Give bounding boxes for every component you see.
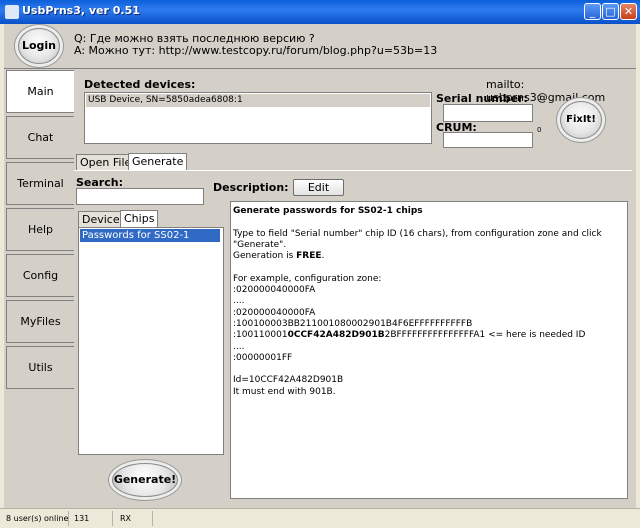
tab-generate[interactable]: Generate — [128, 153, 188, 170]
status-divider — [68, 511, 69, 526]
example-line: .... — [233, 296, 245, 307]
minimize-button[interactable]: _ — [584, 3, 601, 20]
status-divider — [152, 511, 153, 526]
example-line: .... — [233, 341, 245, 352]
device-item[interactable]: USB Device, SN=5850adea6808:1 — [86, 94, 430, 107]
generate-panel: Search: Description: Edit Devices Chips … — [74, 170, 632, 507]
generate-button[interactable]: Generate! — [112, 463, 178, 497]
faq-answer: A: Можно тут: http://www.testcopy.ru/for… — [74, 44, 438, 57]
header-panel: Login Q: Где можно взять последнюю верси… — [4, 24, 636, 69]
main-content: Login Q: Где можно взять последнюю верси… — [4, 24, 636, 524]
edit-button[interactable]: Edit — [293, 179, 344, 196]
maximize-button[interactable]: □ — [602, 3, 619, 20]
chips-list[interactable]: Passwords for SS02-1 — [78, 227, 224, 455]
detected-devices-label: Detected devices: — [84, 78, 196, 91]
tab-chips[interactable]: Chips — [120, 210, 159, 227]
serial-number-input[interactable] — [443, 104, 533, 122]
description-text: Type to field "Serial number" chip ID (1… — [233, 228, 602, 250]
search-input[interactable] — [76, 188, 204, 205]
status-bar: 8 user(s) online 131 RX — [0, 508, 640, 528]
devices-list[interactable]: USB Device, SN=5850adea6808:1 — [84, 92, 432, 144]
chip-item[interactable]: Passwords for SS02-1 — [80, 229, 220, 242]
description-title: Generate passwords for SS02-1 chips — [233, 206, 423, 216]
nav-utils[interactable]: Utils — [6, 346, 74, 389]
description-box: Generate passwords for SS02-1 chips Type… — [230, 201, 628, 499]
login-button[interactable]: Login — [18, 28, 60, 64]
status-count: 131 — [74, 514, 90, 523]
nav-config[interactable]: Config — [6, 254, 74, 297]
nav-myfiles[interactable]: MyFiles — [6, 300, 74, 343]
example-line-id: :1001100010CCF42A482D901B2BFFFFFFFFFFFFF… — [233, 330, 586, 341]
nav-help[interactable]: Help — [6, 208, 74, 251]
title-bar: UsbPrns3, ver 0.51 _ □ ✕ — [0, 0, 640, 24]
app-window: UsbPrns3, ver 0.51 _ □ ✕ Login Q: Где мо… — [0, 0, 640, 528]
nav-main[interactable]: Main — [6, 70, 74, 113]
nav-terminal[interactable]: Terminal — [6, 162, 74, 205]
tab-open-file[interactable]: Open File — [76, 154, 136, 170]
close-button[interactable]: ✕ — [620, 3, 637, 20]
app-icon — [5, 5, 19, 19]
users-online: 8 user(s) online — [6, 514, 69, 523]
end-line: It must end with 901B. — [233, 386, 336, 397]
crum-char-count: 0 — [537, 126, 542, 134]
crum-input[interactable] — [443, 132, 533, 148]
example-line: :00000001FF — [233, 352, 293, 363]
id-line: Id=10CCF42A482D901B — [233, 375, 344, 386]
main-pane: Detected devices: USB Device, SN=5850ade… — [74, 70, 634, 508]
window-title: UsbPrns3, ver 0.51 — [22, 4, 140, 17]
nav-chat[interactable]: Chat — [6, 116, 74, 159]
serial-char-count: 0 — [537, 94, 542, 102]
example-header: For example, configuration zone: — [233, 273, 382, 284]
status-rx: RX — [120, 514, 132, 523]
example-line: :100100003BB211001080002901B4F6EFFFFFFFF… — [233, 318, 473, 329]
example-line: :020000040000FA — [233, 285, 316, 296]
status-divider — [112, 511, 113, 526]
left-nav: Main Chat Terminal Help Config MyFiles U… — [6, 70, 76, 522]
description-label: Description: — [213, 181, 289, 194]
example-line: :020000040000FA — [233, 307, 316, 318]
description-free: Generation is FREE. — [233, 251, 325, 262]
fixit-button[interactable]: FixIt! — [560, 101, 602, 139]
